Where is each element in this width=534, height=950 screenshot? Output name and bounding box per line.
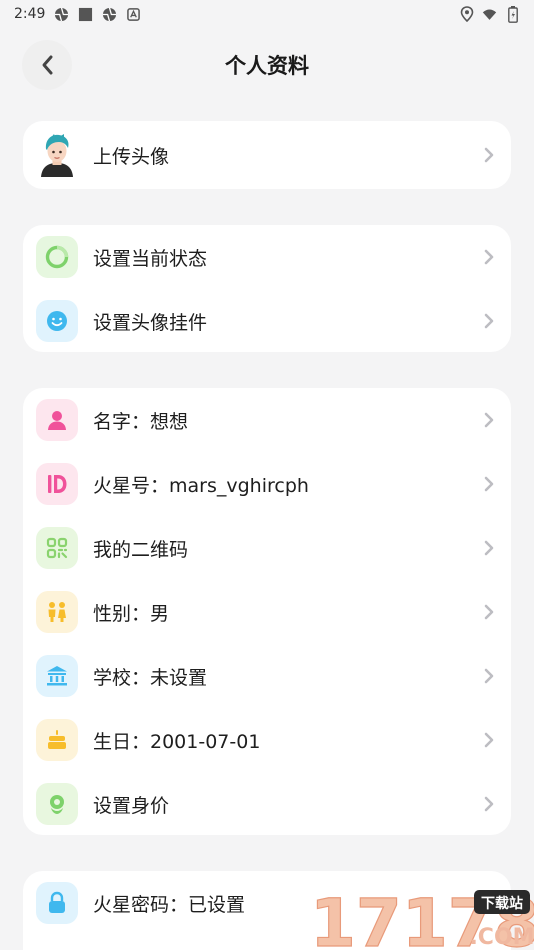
aperture-icon <box>54 7 69 22</box>
header: 个人资料 <box>0 36 534 92</box>
a-box-icon <box>126 7 141 22</box>
badge-icon <box>36 783 78 825</box>
row-label: 设置身价 <box>93 794 170 817</box>
decoration-card: 设置当前状态 设置头像挂件 <box>23 225 511 352</box>
location-icon <box>459 6 474 22</box>
chevron-right-icon <box>484 604 494 620</box>
upload-avatar-row[interactable]: 上传头像 <box>23 123 511 187</box>
qr-code-icon <box>36 527 78 569</box>
avatar <box>36 134 78 177</box>
row-label: 上传头像 <box>93 145 170 168</box>
watermark-domain: .COM <box>469 925 534 950</box>
chevron-right-icon <box>484 796 494 812</box>
chevron-right-icon <box>484 540 494 556</box>
square-icon <box>78 7 93 22</box>
row-label: 我的二维码 <box>93 538 189 561</box>
person-icon <box>36 399 78 441</box>
gender-row[interactable]: 性别：男 <box>23 580 511 644</box>
row-label: 名字：想想 <box>93 410 189 433</box>
row-label: 设置当前状态 <box>93 247 208 270</box>
chevron-right-icon <box>484 249 494 265</box>
row-label: 火星密码：已设置 <box>93 893 246 916</box>
cake-icon <box>36 719 78 761</box>
row-label: 性别：男 <box>93 602 170 625</box>
set-status-row[interactable]: 设置当前状态 <box>23 225 511 289</box>
aperture-icon <box>102 7 117 22</box>
gender-icon <box>36 591 78 633</box>
qr-code-row[interactable]: 我的二维码 <box>23 516 511 580</box>
status-bar: 2:49 <box>0 0 534 28</box>
chevron-right-icon <box>484 412 494 428</box>
chevron-right-icon <box>484 476 494 492</box>
watermark-logo: 17178 下载站 .COM <box>308 884 534 950</box>
watermark-tag: 下载站 <box>481 895 523 912</box>
id-icon <box>36 463 78 505</box>
row-label: 火星号：mars_vghircph <box>93 474 309 497</box>
avatar-card: 上传头像 <box>23 121 511 189</box>
school-icon <box>36 655 78 697</box>
smiley-icon <box>36 300 78 342</box>
row-label: 生日：2001-07-01 <box>93 730 261 753</box>
lock-icon <box>36 882 78 924</box>
set-value-row[interactable]: 设置身价 <box>23 772 511 836</box>
chevron-right-icon <box>484 313 494 329</box>
mars-id-row[interactable]: 火星号：mars_vghircph <box>23 452 511 516</box>
chevron-right-icon <box>484 147 494 163</box>
page-title: 个人资料 <box>225 54 309 78</box>
status-time: 2:49 <box>14 6 46 22</box>
battery-icon <box>505 5 520 23</box>
row-label: 学校：未设置 <box>93 666 208 689</box>
set-pendant-row[interactable]: 设置头像挂件 <box>23 289 511 353</box>
status-ring-icon <box>36 236 78 278</box>
chevron-right-icon <box>484 668 494 684</box>
birthday-row[interactable]: 生日：2001-07-01 <box>23 708 511 772</box>
name-row[interactable]: 名字：想想 <box>23 388 511 452</box>
chevron-right-icon <box>484 732 494 748</box>
profile-info-card: 名字：想想 火星号：mars_vghircph 我的二维码 性别：男 学校：未设… <box>23 388 511 835</box>
school-row[interactable]: 学校：未设置 <box>23 644 511 708</box>
row-label: 设置头像挂件 <box>93 311 208 334</box>
wifi-icon <box>482 7 497 22</box>
